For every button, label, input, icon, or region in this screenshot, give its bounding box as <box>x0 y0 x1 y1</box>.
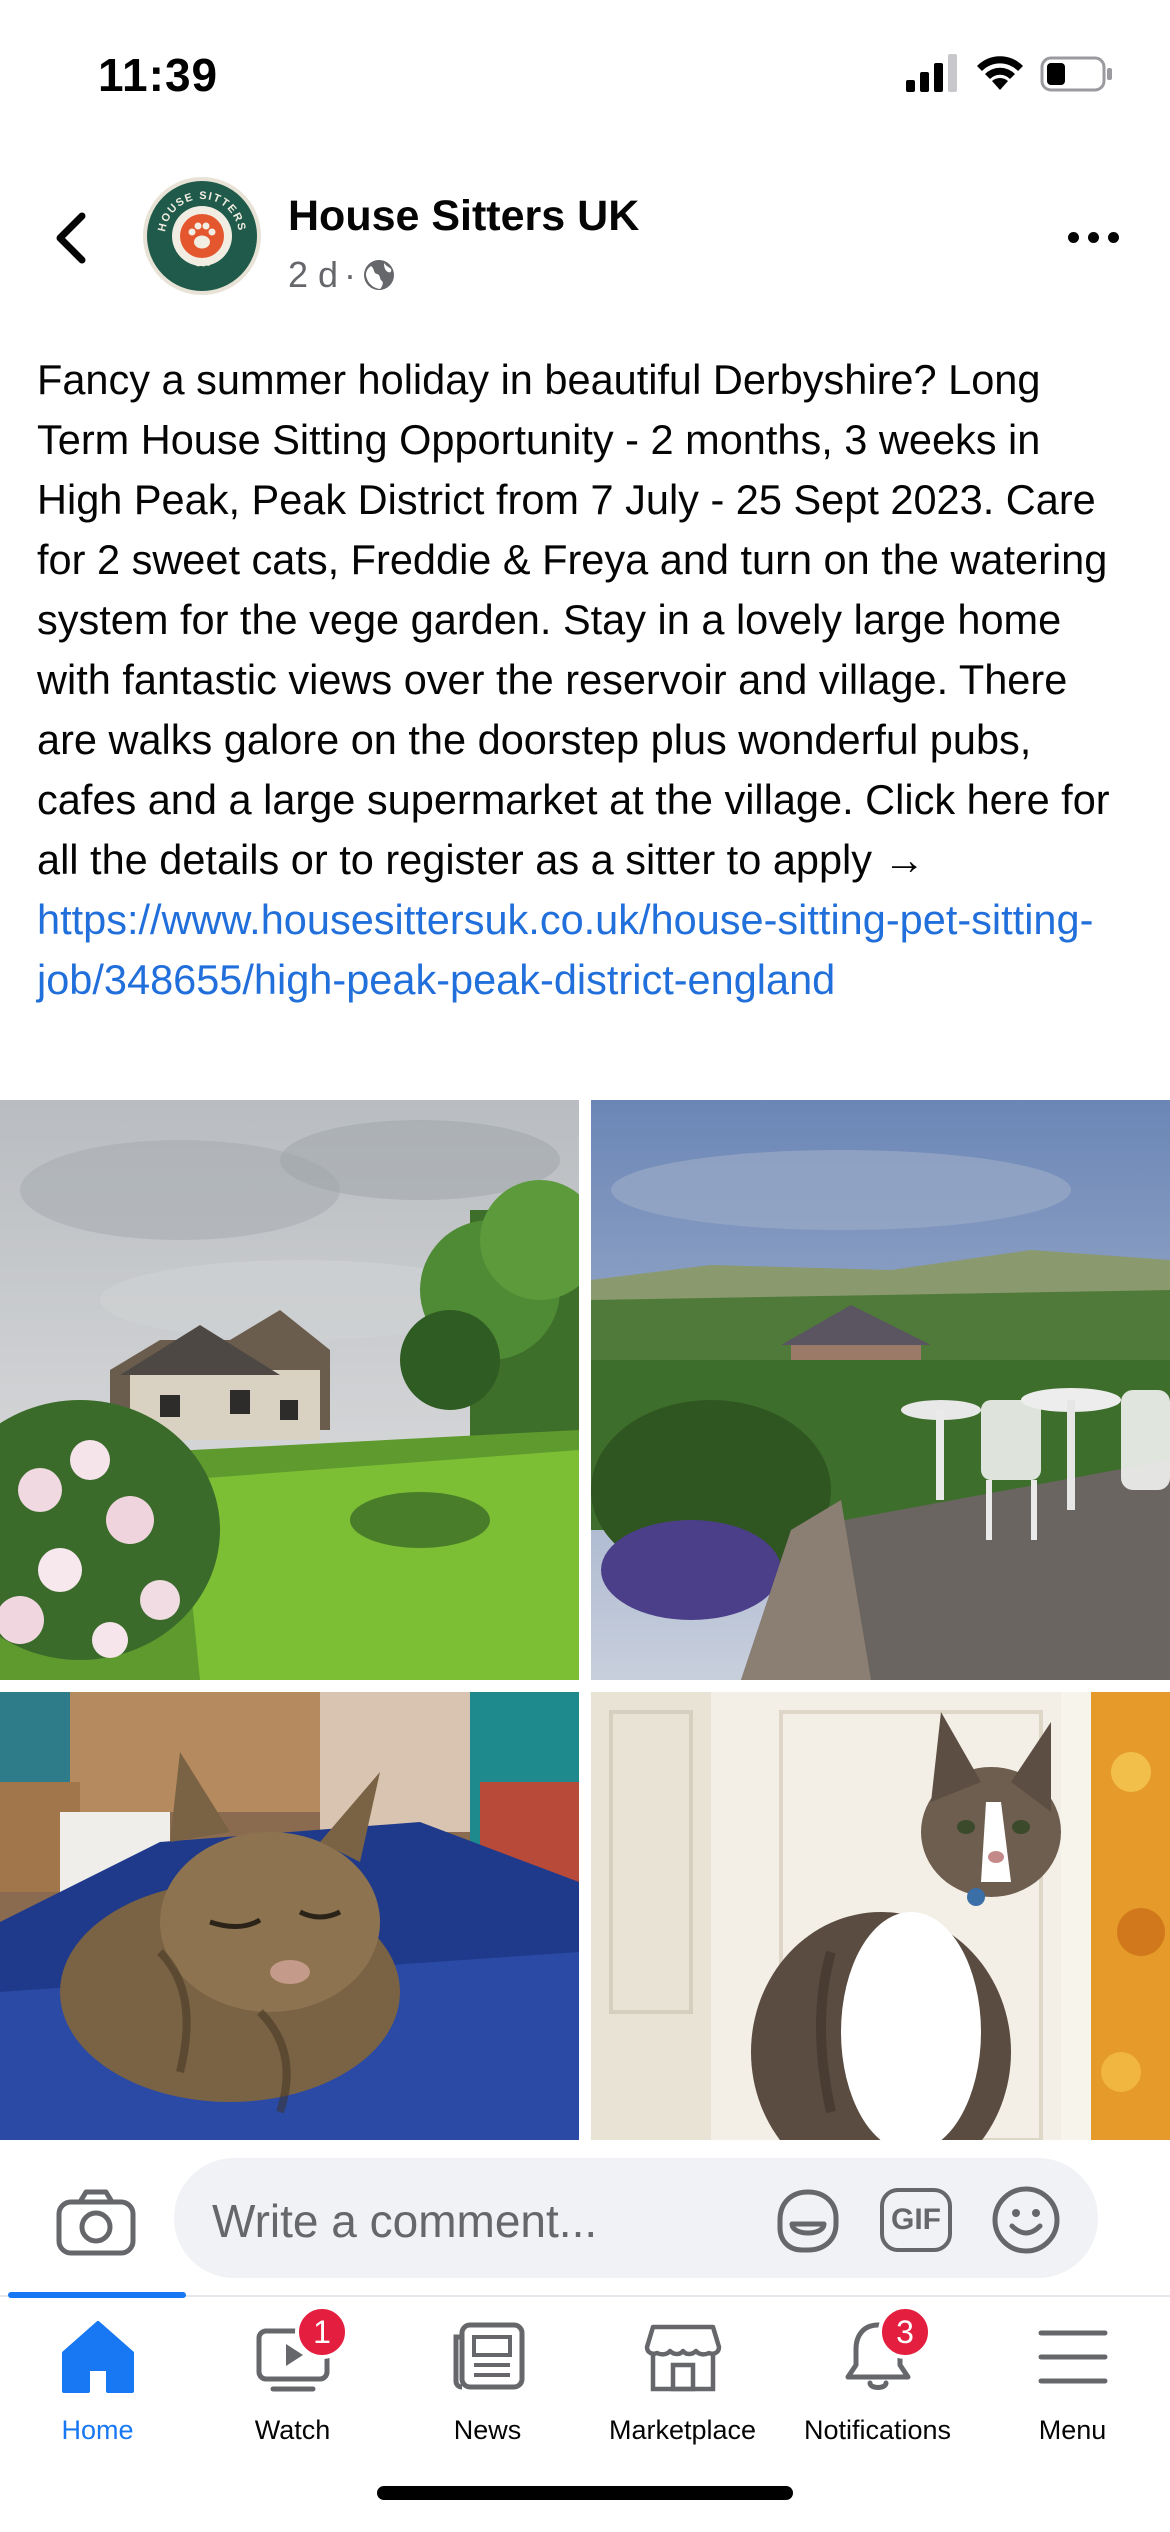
page-avatar[interactable]: HOUSE SITTERS UK <box>143 177 261 295</box>
news-icon <box>453 2322 524 2390</box>
photo-white-tabby-cat[interactable] <box>591 1692 1170 2140</box>
status-time: 11:39 <box>98 49 219 101</box>
sticker-icon[interactable] <box>772 2184 844 2256</box>
home-indicator[interactable] <box>377 2486 793 2500</box>
tab-home[interactable]: Home <box>0 2297 195 2457</box>
tab-notifications[interactable]: 3 Notifications <box>780 2297 975 2457</box>
more-options-button[interactable] <box>1068 222 1128 252</box>
photo-house-garden[interactable] <box>0 1100 579 1680</box>
tab-label: Watch <box>254 2415 331 2445</box>
home-icon <box>61 2321 134 2393</box>
dot-icon <box>1068 231 1079 243</box>
tab-label: Marketplace <box>608 2415 757 2445</box>
tab-label: Notifications <box>803 2415 952 2445</box>
battery-icon <box>1040 56 1112 92</box>
house-sitters-logo: HOUSE SITTERS UK <box>149 183 255 289</box>
back-button[interactable] <box>42 202 98 274</box>
dot-icon <box>1088 231 1099 243</box>
tab-menu[interactable]: Menu <box>975 2297 1170 2457</box>
status-bar: 11:39 <box>0 0 1170 150</box>
notifications-badge: 3 <box>878 2305 932 2359</box>
post-body: Fancy a summer holiday in beautiful Derb… <box>37 356 1110 883</box>
photo-tabby-cat-blanket[interactable] <box>0 1692 579 2140</box>
photo-patio-view[interactable] <box>591 1100 1170 1680</box>
photo-grid <box>0 1100 1170 2140</box>
post-age[interactable]: 2 d <box>288 254 338 296</box>
comment-input[interactable]: Write a comment... GIF <box>174 2158 1098 2278</box>
post-meta: 2 d · <box>288 254 396 296</box>
tab-label: Menu <box>1038 2415 1107 2445</box>
page-name[interactable]: House Sitters UK <box>288 192 639 241</box>
tab-news[interactable]: News <box>390 2297 585 2457</box>
globe-icon <box>364 260 395 290</box>
meta-separator: · <box>344 254 357 295</box>
tab-watch[interactable]: 1 Watch <box>195 2297 390 2457</box>
cellular-signal-icon <box>906 54 957 92</box>
post-link[interactable]: https://www.housesittersuk.co.uk/house-s… <box>37 896 1093 1003</box>
tab-marketplace[interactable]: Marketplace <box>585 2297 780 2457</box>
tab-label: Home <box>61 2415 134 2445</box>
comment-placeholder: Write a comment... <box>212 2195 598 2247</box>
menu-icon <box>1038 2330 1107 2384</box>
wifi-icon <box>977 56 1023 90</box>
marketplace-icon <box>644 2324 721 2392</box>
post-text: Fancy a summer holiday in beautiful Derb… <box>37 350 1137 1010</box>
chevron-left-icon <box>56 212 86 264</box>
dot-icon <box>1108 231 1119 243</box>
camera-icon[interactable] <box>56 2188 136 2256</box>
post-header: HOUSE SITTERS UK House Sitters UK 2 d · <box>0 160 1170 310</box>
gif-button[interactable]: GIF <box>880 2188 952 2252</box>
bottom-tab-bar: Home 1 Watch News Marketplace 3 Notifica… <box>0 2292 1170 2457</box>
emoji-icon[interactable] <box>990 2184 1062 2256</box>
watch-badge: 1 <box>295 2305 349 2359</box>
comment-bar: Write a comment... GIF <box>0 2140 1170 2295</box>
tab-label: News <box>453 2415 522 2445</box>
